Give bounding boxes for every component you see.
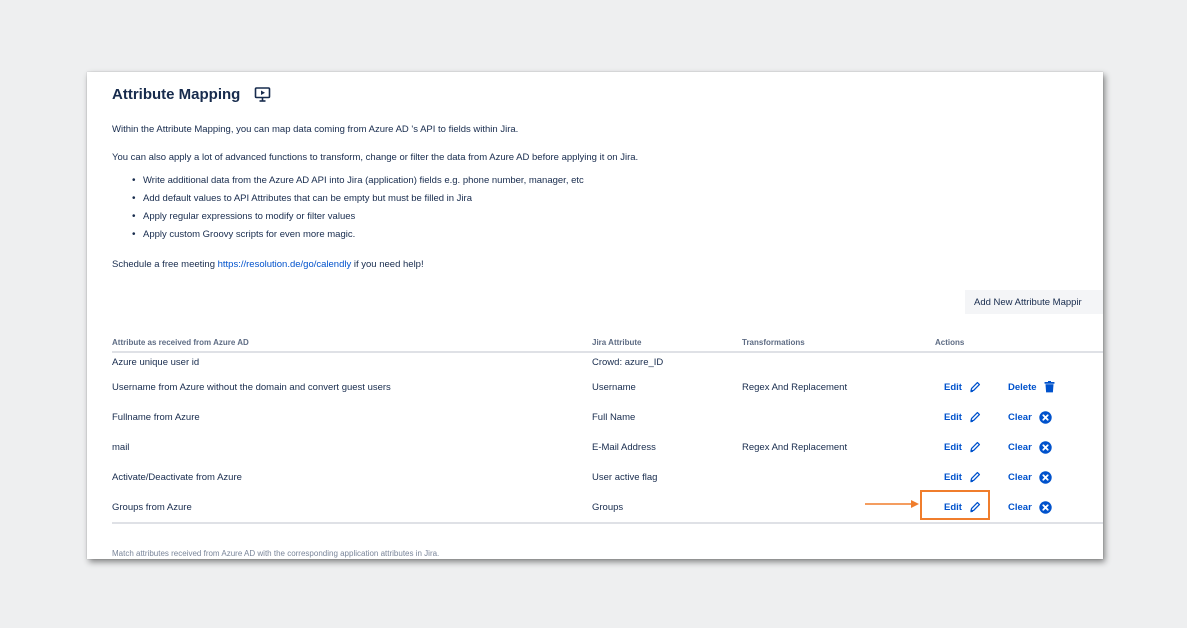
list-item: Write additional data from the Azure AD …	[132, 172, 584, 190]
source-attribute: mail	[112, 442, 130, 453]
clear-button[interactable]: Clear	[1008, 441, 1052, 454]
clear-button[interactable]: Clear	[1008, 471, 1052, 484]
intro-text-2: You can also apply a lot of advanced fun…	[112, 152, 639, 163]
clear-label: Clear	[1008, 472, 1032, 483]
edit-button[interactable]: Edit	[944, 381, 981, 393]
edit-highlight-box	[920, 490, 990, 520]
table-bottom-divider	[112, 522, 1103, 524]
transformation: Regex And Replacement	[742, 442, 848, 453]
source-attribute: Username from Azure without the domain a…	[112, 382, 391, 393]
attribute-mapping-panel: Attribute Mapping Within the Attribute M…	[87, 72, 1103, 559]
close-circle-icon	[1039, 411, 1052, 424]
title-row: Attribute Mapping	[112, 86, 271, 103]
transformation: Regex And Replacement	[742, 382, 848, 393]
add-attribute-mapping-button[interactable]: Add New Attribute Mappir	[965, 290, 1103, 314]
schedule-prefix: Schedule a free meeting	[112, 259, 218, 270]
schedule-suffix: if you need help!	[351, 259, 424, 270]
clear-label: Clear	[1008, 502, 1032, 513]
table-footer-description: Match attributes received from Azure AD …	[112, 549, 440, 558]
pencil-icon	[970, 441, 981, 453]
edit-button[interactable]: Edit	[944, 471, 981, 483]
delete-label: Delete	[1008, 381, 1037, 393]
jira-attribute: E-Mail Address	[592, 442, 656, 453]
table-header-divider	[112, 351, 1103, 353]
clear-label: Clear	[1008, 442, 1032, 453]
clear-button[interactable]: Clear	[1008, 411, 1052, 424]
pencil-icon	[970, 471, 981, 483]
calendly-link[interactable]: https://resolution.de/go/calendly	[218, 259, 352, 270]
jira-attribute: Username	[592, 382, 636, 393]
presentation-icon[interactable]	[254, 86, 271, 103]
edit-label: Edit	[944, 471, 962, 483]
close-circle-icon	[1039, 441, 1052, 454]
arrow-right-icon	[865, 500, 919, 508]
close-circle-icon	[1039, 471, 1052, 484]
column-header-actions: Actions	[935, 338, 965, 347]
column-header-jira: Jira Attribute	[592, 338, 642, 347]
edit-button[interactable]: Edit	[944, 411, 981, 423]
list-item: Apply regular expressions to modify or f…	[132, 208, 584, 226]
jira-attribute: User active flag	[592, 472, 658, 483]
list-item: Add default values to API Attributes tha…	[132, 190, 584, 208]
jira-attribute: Crowd: azure_ID	[592, 357, 664, 368]
edit-button[interactable]: Edit	[944, 441, 981, 453]
jira-attribute: Full Name	[592, 412, 636, 423]
source-attribute: Azure unique user id	[112, 357, 200, 368]
jira-attribute: Groups	[592, 502, 624, 513]
source-attribute: Groups from Azure	[112, 502, 192, 513]
pencil-icon	[970, 381, 981, 393]
column-header-source: Attribute as received from Azure AD	[112, 338, 249, 347]
intro-text-1: Within the Attribute Mapping, you can ma…	[112, 124, 519, 135]
source-attribute: Activate/Deactivate from Azure	[112, 472, 242, 483]
edit-label: Edit	[944, 411, 962, 423]
close-circle-icon	[1039, 501, 1052, 514]
list-item: Apply custom Groovy scripts for even mor…	[132, 226, 584, 244]
delete-button[interactable]: Delete	[1008, 381, 1055, 393]
pencil-icon	[970, 411, 981, 423]
edit-label: Edit	[944, 381, 962, 393]
trash-icon	[1044, 381, 1055, 393]
feature-list: Write additional data from the Azure AD …	[132, 172, 584, 244]
column-header-transformations: Transformations	[742, 338, 805, 347]
source-attribute: Fullname from Azure	[112, 412, 200, 423]
edit-label: Edit	[944, 441, 962, 453]
schedule-text: Schedule a free meeting https://resoluti…	[112, 259, 424, 270]
clear-button[interactable]: Clear	[1008, 501, 1052, 514]
clear-label: Clear	[1008, 412, 1032, 423]
page-title: Attribute Mapping	[112, 86, 241, 103]
